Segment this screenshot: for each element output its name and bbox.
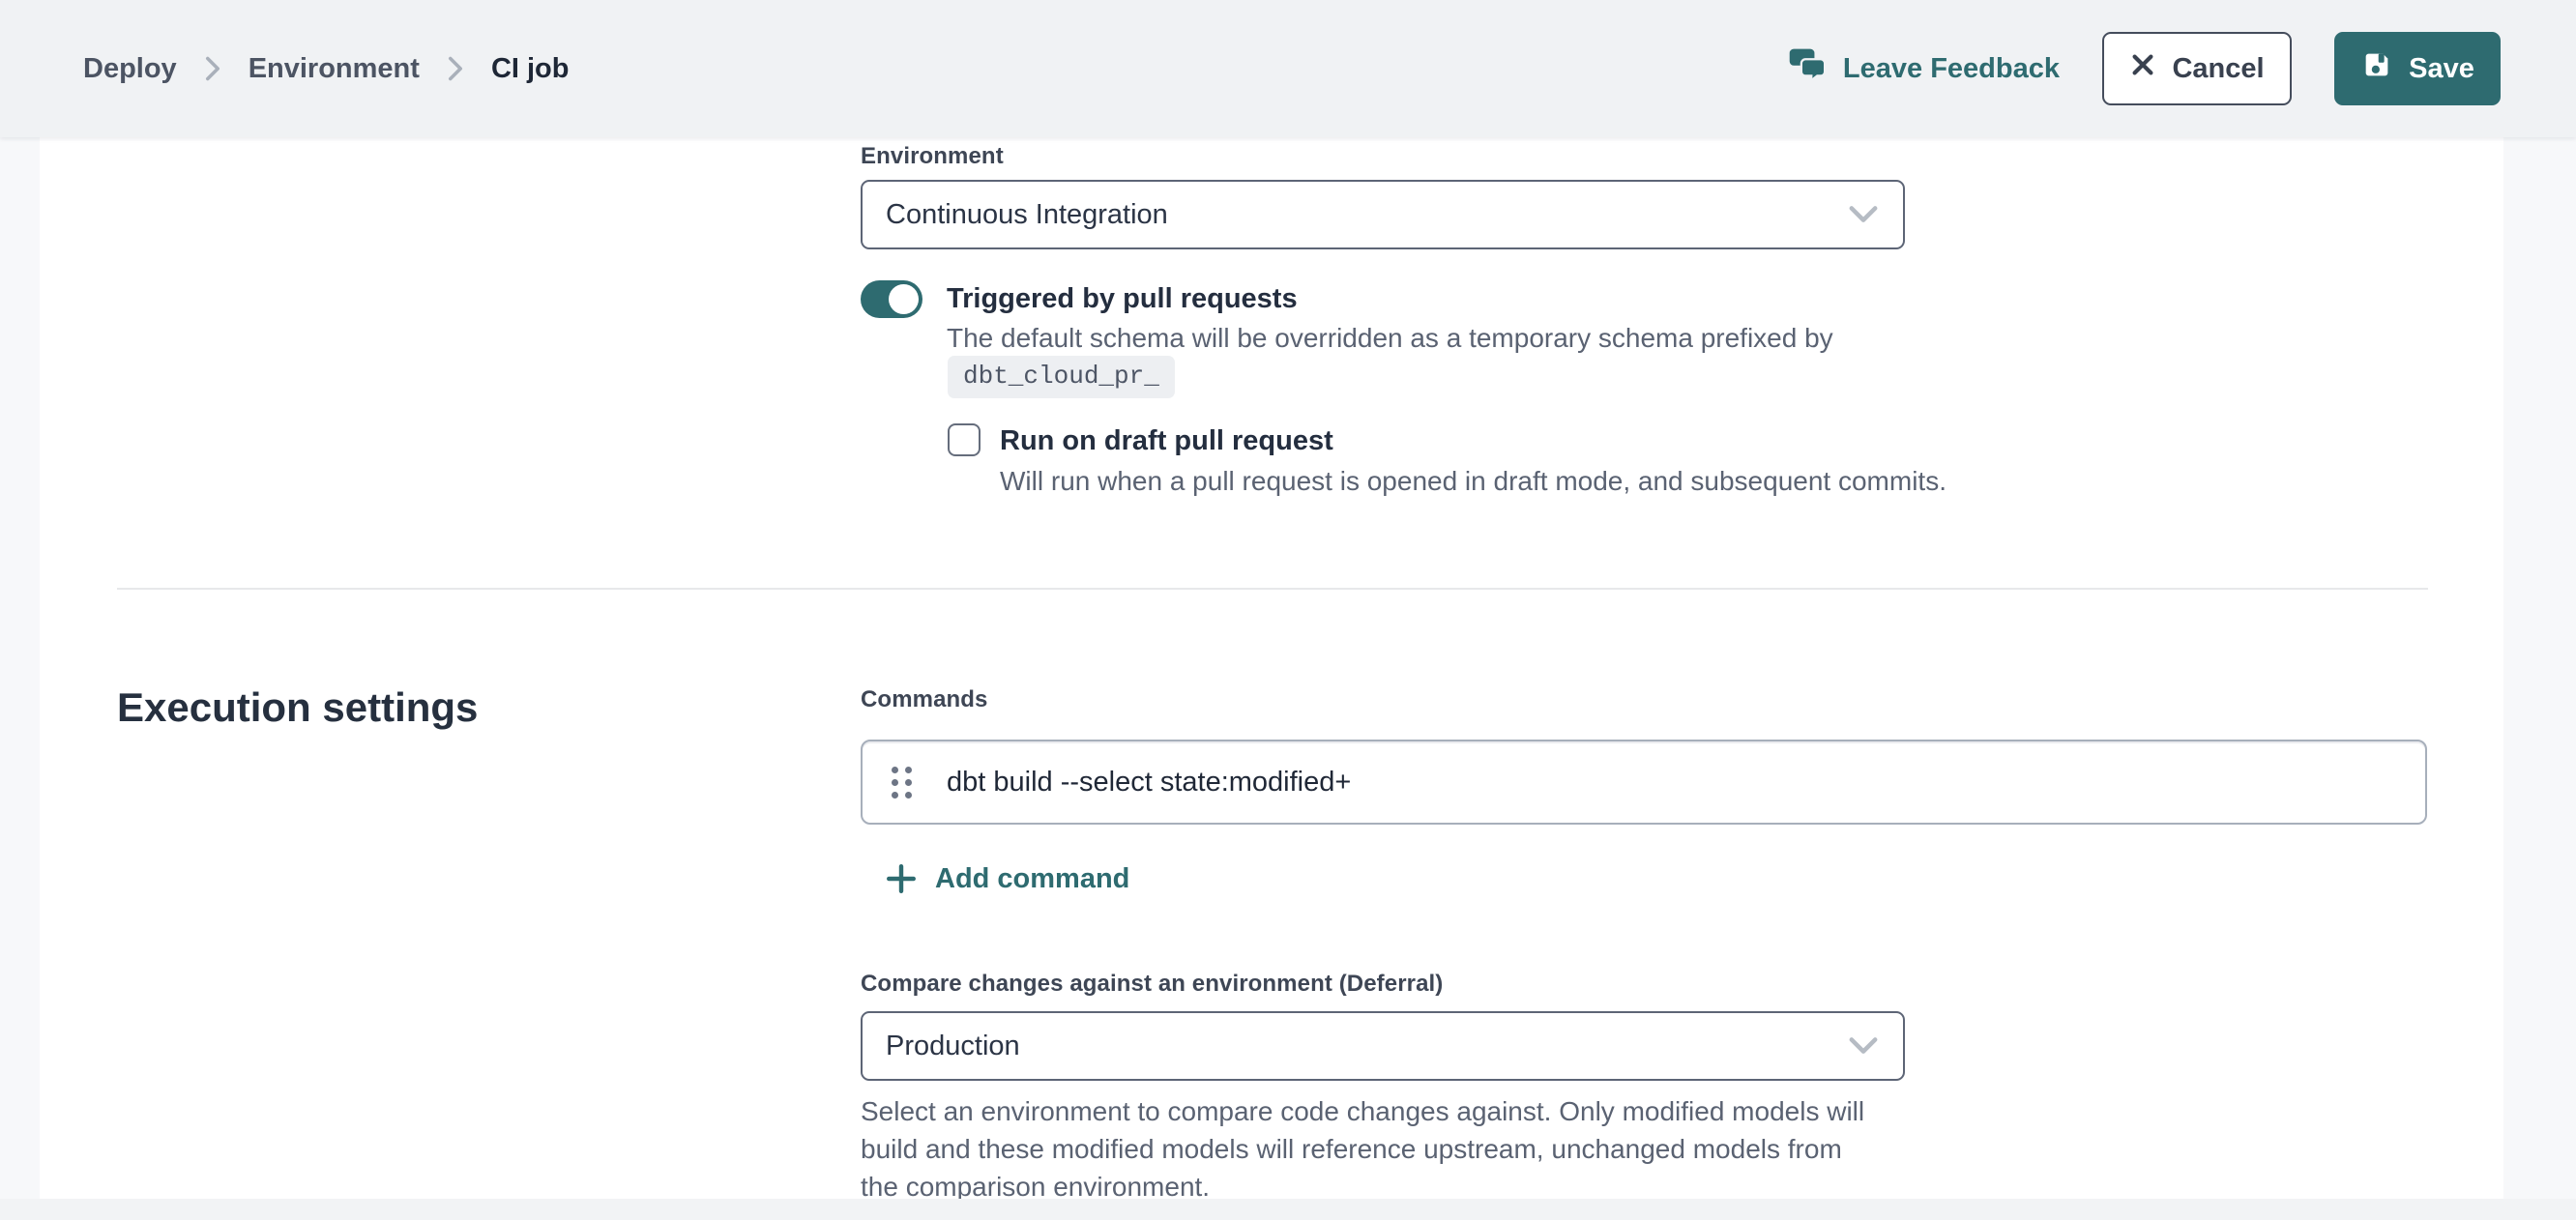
breadcrumb: Deploy Environment CI job bbox=[83, 53, 569, 85]
deferral-select-value: Production bbox=[886, 1031, 1020, 1062]
save-icon bbox=[2360, 48, 2393, 89]
add-command-label: Add command bbox=[935, 863, 1129, 895]
breadcrumb-separator-icon bbox=[204, 55, 221, 82]
environment-label: Environment bbox=[861, 143, 1004, 170]
add-command-button[interactable]: Add command bbox=[885, 862, 1129, 895]
draft-pr-title: Run on draft pull request bbox=[1000, 422, 1333, 459]
breadcrumb-item-environment[interactable]: Environment bbox=[249, 53, 420, 85]
save-label: Save bbox=[2409, 53, 2474, 85]
close-icon bbox=[2129, 51, 2156, 86]
toggle-knob bbox=[889, 284, 919, 314]
command-row[interactable]: dbt build --select state:modified+ bbox=[861, 740, 2427, 825]
command-input[interactable]: dbt build --select state:modified+ bbox=[947, 767, 1351, 799]
draft-pr-description: Will run when a pull request is opened i… bbox=[1000, 462, 2025, 500]
execution-settings-title: Execution settings bbox=[117, 684, 478, 731]
page-bottom-strip bbox=[0, 1199, 2576, 1220]
breadcrumb-item-ci-job: CI job bbox=[491, 53, 570, 85]
deferral-select[interactable]: Production bbox=[861, 1011, 1905, 1081]
section-divider bbox=[117, 588, 2428, 590]
deferral-label: Compare changes against an environment (… bbox=[861, 971, 1443, 998]
chevron-down-icon bbox=[1849, 1036, 1878, 1056]
leave-feedback-label: Leave Feedback bbox=[1843, 53, 2060, 85]
pr-trigger-description: The default schema will be overridden as… bbox=[947, 319, 1914, 357]
commands-label: Commands bbox=[861, 686, 988, 713]
feedback-chat-icon bbox=[1789, 47, 1828, 90]
deferral-help-text: Select an environment to compare code ch… bbox=[861, 1092, 1884, 1205]
schema-prefix-chip: dbt_cloud_pr_ bbox=[948, 356, 1175, 398]
cancel-button[interactable]: Cancel bbox=[2102, 32, 2292, 105]
pr-trigger-title: Triggered by pull requests bbox=[947, 280, 1298, 317]
header-bar: Deploy Environment CI job Leave Feedback… bbox=[0, 0, 2576, 137]
plus-icon bbox=[885, 862, 918, 895]
save-button[interactable]: Save bbox=[2334, 32, 2501, 105]
draft-pr-checkbox[interactable] bbox=[948, 423, 981, 456]
chevron-down-icon bbox=[1849, 205, 1878, 224]
environment-select[interactable]: Continuous Integration bbox=[861, 180, 1905, 249]
drag-handle-icon[interactable] bbox=[882, 757, 922, 808]
breadcrumb-item-deploy[interactable]: Deploy bbox=[83, 53, 177, 85]
environment-select-value: Continuous Integration bbox=[886, 199, 1168, 231]
leave-feedback-button[interactable]: Leave Feedback bbox=[1789, 47, 2060, 90]
header-actions: Leave Feedback Cancel Save bbox=[1789, 32, 2501, 105]
cancel-label: Cancel bbox=[2172, 53, 2264, 85]
pr-trigger-toggle[interactable] bbox=[861, 280, 922, 318]
breadcrumb-separator-icon bbox=[447, 55, 464, 82]
